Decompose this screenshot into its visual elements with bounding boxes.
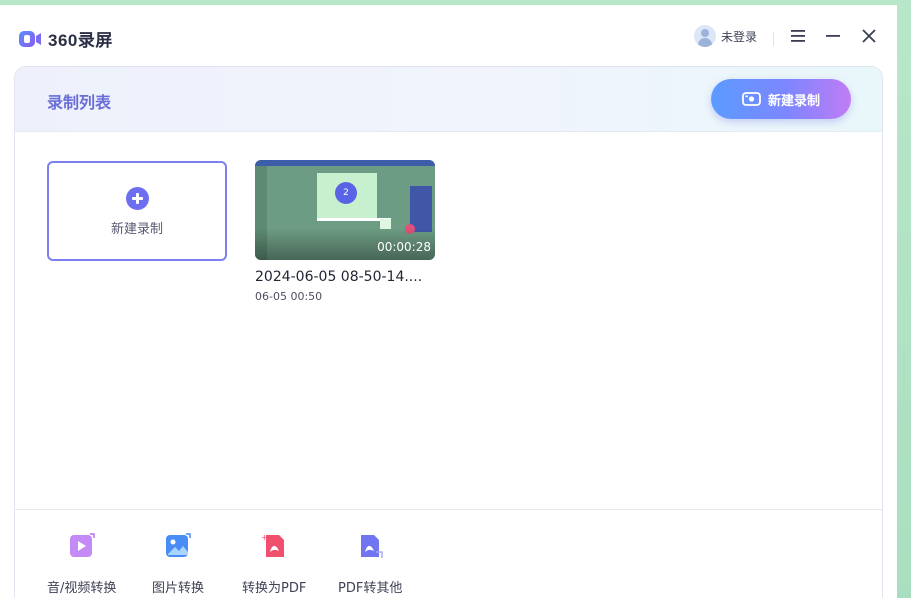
recording-duration: 00:00:28: [377, 240, 431, 254]
thumbnail-badge: 2: [335, 182, 357, 204]
to-pdf-icon: +: [261, 533, 284, 557]
tool-label: 转换为PDF: [242, 581, 307, 596]
video-convert-icon: [70, 533, 95, 557]
avatar: [694, 25, 716, 47]
menu-button[interactable]: [786, 24, 810, 48]
app-logo-icon: [19, 30, 41, 47]
recording-list-panel: 录制列表 新建录制 新建录制 2 00:00:28 2024-06-05 08-…: [14, 66, 883, 598]
app-title: 360录屏: [48, 31, 113, 50]
tools-bar: 音/视频转换 图片转换 + 转换为PDF PDF转其他: [15, 509, 882, 598]
minimize-icon: [826, 35, 840, 37]
camera-record-icon: [742, 92, 761, 106]
close-icon: [862, 29, 876, 43]
new-recording-card[interactable]: 新建录制: [47, 161, 227, 261]
new-recording-card-label: 新建录制: [110, 222, 163, 237]
tool-label: PDF转其他: [338, 581, 403, 596]
title-bar-divider: [773, 32, 774, 46]
login-button[interactable]: 未登录: [694, 25, 757, 47]
recording-thumbnail[interactable]: 2 00:00:28: [255, 160, 435, 260]
app-window: 360录屏 未登录 录制列表 新建录制 新建录制 2 00:00:28 2024…: [0, 5, 897, 598]
login-status-label: 未登录: [721, 29, 758, 44]
recording-date: 06-05 00:50: [255, 290, 323, 303]
tool-label: 音/视频转换: [47, 581, 117, 596]
title-bar: 360录屏 未登录: [0, 5, 897, 67]
app-logo: 360录屏: [18, 26, 113, 51]
tool-video-convert[interactable]: 音/视频转换: [37, 510, 127, 598]
recording-name[interactable]: 2024-06-05 08-50-14....: [255, 269, 435, 285]
new-recording-button-label: 新建录制: [767, 93, 820, 109]
tool-label: 图片转换: [152, 581, 205, 596]
minimize-button[interactable]: [821, 24, 845, 48]
pdf-to-other-icon: [361, 535, 383, 558]
svg-text:+: +: [261, 533, 268, 542]
new-recording-button[interactable]: 新建录制: [711, 79, 851, 119]
hamburger-menu-icon: [791, 30, 805, 42]
plus-icon: [126, 187, 149, 210]
image-convert-icon: [166, 533, 191, 557]
panel-title: 录制列表: [47, 93, 112, 112]
tool-to-pdf[interactable]: + 转换为PDF: [229, 510, 319, 598]
tool-pdf-to-other[interactable]: PDF转其他: [325, 510, 415, 598]
panel-header: 录制列表 新建录制: [15, 67, 882, 132]
close-button[interactable]: [857, 24, 881, 48]
tool-image-convert[interactable]: 图片转换: [133, 510, 223, 598]
